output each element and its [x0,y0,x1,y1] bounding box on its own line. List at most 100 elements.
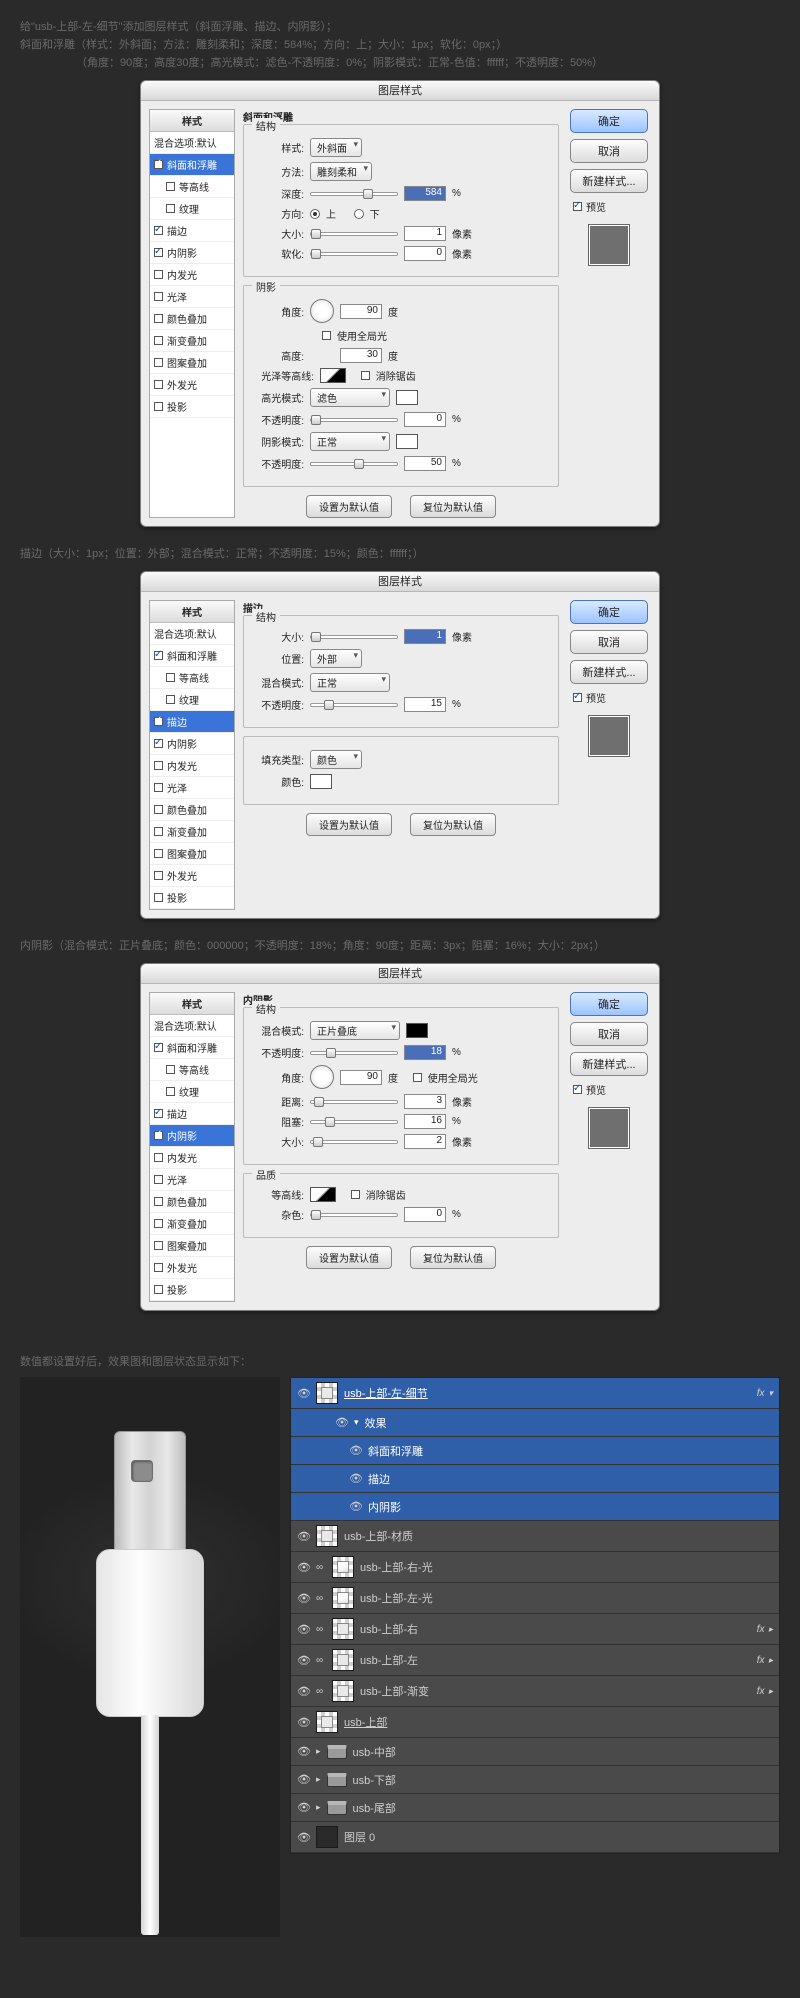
new2[interactable]: 新建样式... [570,660,648,684]
depth-input[interactable]: 584 [404,186,446,201]
hlop-slider[interactable] [310,418,398,422]
eye-icon[interactable]: 👁 [349,1444,362,1457]
gloss-contour[interactable] [320,368,346,383]
angle-dial[interactable] [310,299,334,323]
eff-stroke[interactable]: 👁描边 [291,1465,779,1493]
style-pattoverlay[interactable]: 图案叠加 [150,352,234,374]
s3-c[interactable]: 等高线 [150,1059,234,1081]
cb-preview[interactable] [573,202,582,211]
default-button3[interactable]: 设置为默认值 [306,1246,392,1269]
chevron-icon[interactable]: ▸ [768,1624,773,1635]
stroke-op-slider[interactable] [310,703,398,707]
soft-input[interactable]: 0 [404,246,446,261]
cb-anti[interactable] [361,371,370,380]
eye-icon[interactable]: 👁 [297,1654,310,1667]
method-select[interactable]: 雕刻柔和 [310,162,372,181]
folder-row[interactable]: 👁▸usb-下部 [291,1766,779,1794]
eff-bevel[interactable]: 👁斜面和浮雕 [291,1437,779,1465]
eye-icon[interactable]: 👁 [297,1387,310,1400]
s2-po[interactable]: 图案叠加 [150,843,234,865]
s3-t[interactable]: 纹理 [150,1081,234,1103]
s2-stroke[interactable]: 描边 [150,711,234,733]
inner-noise-input[interactable]: 0 [404,1207,446,1222]
inner-choke-input[interactable]: 16 [404,1114,446,1129]
ok3[interactable]: 确定 [570,992,648,1016]
chevron-icon[interactable]: ▸ [768,1655,773,1666]
eye-icon[interactable]: 👁 [297,1592,310,1605]
style-gradoverlay[interactable]: 渐变叠加 [150,330,234,352]
shop-input[interactable]: 50 [404,456,446,471]
layer-row-detail[interactable]: 👁 usb-上部-左-细节 fx▾ [291,1378,779,1409]
s3-st[interactable]: 描边 [150,1103,234,1125]
s2-og[interactable]: 外发光 [150,865,234,887]
chevron-icon[interactable]: ▸ [316,1746,321,1757]
eye-icon[interactable]: 👁 [297,1745,310,1758]
eye-icon[interactable]: 👁 [297,1623,310,1636]
reset-button3[interactable]: 复位为默认值 [410,1246,496,1269]
s3-po[interactable]: 图案叠加 [150,1235,234,1257]
s3-og[interactable]: 外发光 [150,1257,234,1279]
b3[interactable]: 混合选项:默认 [150,1015,234,1037]
s3-go[interactable]: 渐变叠加 [150,1213,234,1235]
s3-is[interactable]: 内阴影 [150,1125,234,1147]
style-innershadow[interactable]: 内阴影 [150,242,234,264]
inner-dial[interactable] [310,1065,334,1089]
default-button[interactable]: 设置为默认值 [306,495,392,518]
inner-noise-slider[interactable] [310,1213,398,1217]
s2-ig[interactable]: 内发光 [150,755,234,777]
shop-slider[interactable] [310,462,398,466]
s2-contour[interactable]: 等高线 [150,667,234,689]
blend-options[interactable]: 混合选项:默认 [150,132,234,154]
inner-op-slider[interactable] [310,1051,398,1055]
stroke-color[interactable] [310,774,332,789]
style-coloroverlay[interactable]: 颜色叠加 [150,308,234,330]
cancel2[interactable]: 取消 [570,630,648,654]
size-input[interactable]: 1 [404,226,446,241]
layer-row[interactable]: 👁usb-上部-材质 [291,1521,779,1552]
newstyle-button[interactable]: 新建样式... [570,169,648,193]
inner-angle-input[interactable]: 90 [340,1070,382,1085]
cb-global3[interactable] [413,1073,422,1082]
bg-row[interactable]: 👁图层 0 [291,1822,779,1853]
eye-icon[interactable]: 👁 [349,1472,362,1485]
inner-dist-input[interactable]: 3 [404,1094,446,1109]
eye-icon[interactable]: 👁 [297,1716,310,1729]
style-select[interactable]: 外斜面 [310,138,362,157]
eye-icon[interactable]: 👁 [297,1801,310,1814]
size-slider[interactable] [310,232,398,236]
style-contour[interactable]: 等高线 [150,176,234,198]
layer-row[interactable]: 👁∞usb-上部-右-光 [291,1552,779,1583]
reset-button2[interactable]: 复位为默认值 [410,813,496,836]
cancel3[interactable]: 取消 [570,1022,648,1046]
radio-up[interactable] [310,209,320,219]
s2-inner[interactable]: 内阴影 [150,733,234,755]
style-texture[interactable]: 纹理 [150,198,234,220]
s3-sa[interactable]: 光泽 [150,1169,234,1191]
s2-sat[interactable]: 光泽 [150,777,234,799]
s3-co[interactable]: 颜色叠加 [150,1191,234,1213]
stroke-op-input[interactable]: 15 [404,697,446,712]
inner-dist-slider[interactable] [310,1100,398,1104]
folder-row[interactable]: 👁▸usb-尾部 [291,1794,779,1822]
style-innerglow[interactable]: 内发光 [150,264,234,286]
radio-down[interactable] [354,209,364,219]
effects-row[interactable]: 👁▾效果 [291,1409,779,1437]
cancel-button[interactable]: 取消 [570,139,648,163]
s2-bevel[interactable]: 斜面和浮雕 [150,645,234,667]
cbp3[interactable] [573,1085,582,1094]
s3-b[interactable]: 斜面和浮雕 [150,1037,234,1059]
angle-input[interactable]: 90 [340,304,382,319]
eye-icon[interactable]: 👁 [297,1530,310,1543]
layer-row[interactable]: 👁∞usb-上部-右fx▸ [291,1614,779,1645]
inner-blend[interactable]: 正片叠底 [310,1021,400,1040]
layer-row[interactable]: 👁∞usb-上部-渐变fx▸ [291,1676,779,1707]
eye-icon[interactable]: 👁 [335,1416,348,1429]
eye-icon[interactable]: 👁 [349,1500,362,1513]
inner-size-slider[interactable] [310,1140,398,1144]
eye-icon[interactable]: 👁 [297,1561,310,1574]
chevron-down-icon[interactable]: ▾ [768,1388,773,1399]
s2-co[interactable]: 颜色叠加 [150,799,234,821]
ok2[interactable]: 确定 [570,600,648,624]
shmode-select[interactable]: 正常 [310,432,390,451]
eye-icon[interactable]: 👁 [297,1773,310,1786]
